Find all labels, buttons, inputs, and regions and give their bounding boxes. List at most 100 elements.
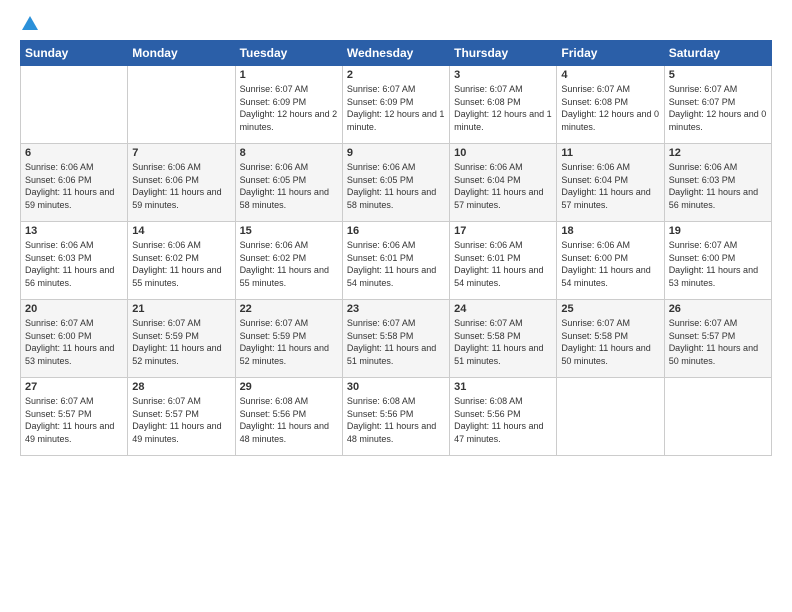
calendar-cell: 21 Sunrise: 6:07 AMSunset: 5:59 PMDayligh… xyxy=(128,300,235,378)
header-area xyxy=(20,18,772,32)
calendar-cell: 30 Sunrise: 6:08 AMSunset: 5:56 PMDayligh… xyxy=(342,378,449,456)
cell-info: Sunrise: 6:06 AMSunset: 6:03 PMDaylight:… xyxy=(25,240,114,288)
calendar-cell: 4 Sunrise: 6:07 AMSunset: 6:08 PMDaylight… xyxy=(557,66,664,144)
calendar-cell: 7 Sunrise: 6:06 AMSunset: 6:06 PMDaylight… xyxy=(128,144,235,222)
cell-info: Sunrise: 6:07 AMSunset: 6:09 PMDaylight:… xyxy=(240,84,338,132)
weekday-header-wednesday: Wednesday xyxy=(342,41,449,66)
calendar-cell: 19 Sunrise: 6:07 AMSunset: 6:00 PMDayligh… xyxy=(664,222,771,300)
calendar-cell: 12 Sunrise: 6:06 AMSunset: 6:03 PMDayligh… xyxy=(664,144,771,222)
calendar-cell: 11Sunrise: 6:06 AMSunset: 6:04 PMDayligh… xyxy=(557,144,664,222)
calendar-cell: 2 Sunrise: 6:07 AMSunset: 6:09 PMDaylight… xyxy=(342,66,449,144)
calendar-cell: 20Sunrise: 6:07 AMSunset: 6:00 PMDayligh… xyxy=(21,300,128,378)
calendar-cell: 16Sunrise: 6:06 AMSunset: 6:01 PMDayligh… xyxy=(342,222,449,300)
day-number: 2 xyxy=(347,69,445,81)
day-number: 7 xyxy=(132,147,230,159)
calendar-cell: 22 Sunrise: 6:07 AMSunset: 5:59 PMDayligh… xyxy=(235,300,342,378)
day-number: 15 xyxy=(240,225,338,237)
cell-info: Sunrise: 6:06 AMSunset: 6:02 PMDaylight:… xyxy=(132,240,221,288)
calendar-cell: 27Sunrise: 6:07 AMSunset: 5:57 PMDayligh… xyxy=(21,378,128,456)
day-number: 3 xyxy=(454,69,552,81)
cell-info: Sunrise: 6:07 AMSunset: 5:58 PMDaylight:… xyxy=(347,318,436,366)
day-number: 19 xyxy=(669,225,767,237)
calendar-cell: 26 Sunrise: 6:07 AMSunset: 5:57 PMDayligh… xyxy=(664,300,771,378)
cell-info: Sunrise: 6:07 AMSunset: 6:08 PMDaylight:… xyxy=(454,84,552,132)
cell-info: Sunrise: 6:07 AMSunset: 5:59 PMDaylight:… xyxy=(132,318,221,366)
cell-info: Sunrise: 6:06 AMSunset: 6:04 PMDaylight:… xyxy=(561,162,650,210)
cell-info: Sunrise: 6:07 AMSunset: 6:08 PMDaylight:… xyxy=(561,84,659,132)
week-row-2: 6 Sunrise: 6:06 AMSunset: 6:06 PMDaylight… xyxy=(21,144,772,222)
weekday-header-thursday: Thursday xyxy=(450,41,557,66)
cell-info: Sunrise: 6:06 AMSunset: 6:03 PMDaylight:… xyxy=(669,162,758,210)
logo xyxy=(20,18,38,32)
cell-info: Sunrise: 6:07 AMSunset: 6:09 PMDaylight:… xyxy=(347,84,445,132)
day-number: 9 xyxy=(347,147,445,159)
calendar-table: SundayMondayTuesdayWednesdayThursdayFrid… xyxy=(20,40,772,456)
day-number: 30 xyxy=(347,381,445,393)
cell-info: Sunrise: 6:07 AMSunset: 5:58 PMDaylight:… xyxy=(454,318,543,366)
day-number: 28 xyxy=(132,381,230,393)
cell-info: Sunrise: 6:06 AMSunset: 6:00 PMDaylight:… xyxy=(561,240,650,288)
weekday-header-tuesday: Tuesday xyxy=(235,41,342,66)
day-number: 29 xyxy=(240,381,338,393)
cell-info: Sunrise: 6:07 AMSunset: 5:57 PMDaylight:… xyxy=(132,396,221,444)
day-number: 23 xyxy=(347,303,445,315)
calendar-cell: 6 Sunrise: 6:06 AMSunset: 6:06 PMDaylight… xyxy=(21,144,128,222)
calendar-cell: 17Sunrise: 6:06 AMSunset: 6:01 PMDayligh… xyxy=(450,222,557,300)
cell-info: Sunrise: 6:08 AMSunset: 5:56 PMDaylight:… xyxy=(454,396,543,444)
day-number: 14 xyxy=(132,225,230,237)
logo-icon xyxy=(22,16,38,30)
day-number: 31 xyxy=(454,381,552,393)
day-number: 22 xyxy=(240,303,338,315)
day-number: 13 xyxy=(25,225,123,237)
calendar-cell xyxy=(128,66,235,144)
calendar-cell: 3 Sunrise: 6:07 AMSunset: 6:08 PMDaylight… xyxy=(450,66,557,144)
day-number: 21 xyxy=(132,303,230,315)
calendar-cell: 15 Sunrise: 6:06 AMSunset: 6:02 PMDayligh… xyxy=(235,222,342,300)
day-number: 24 xyxy=(454,303,552,315)
day-number: 12 xyxy=(669,147,767,159)
calendar-cell: 28 Sunrise: 6:07 AMSunset: 5:57 PMDayligh… xyxy=(128,378,235,456)
calendar-cell xyxy=(21,66,128,144)
cell-info: Sunrise: 6:06 AMSunset: 6:01 PMDaylight:… xyxy=(454,240,543,288)
calendar-cell: 23 Sunrise: 6:07 AMSunset: 5:58 PMDayligh… xyxy=(342,300,449,378)
cell-info: Sunrise: 6:06 AMSunset: 6:02 PMDaylight:… xyxy=(240,240,329,288)
calendar-cell: 14 Sunrise: 6:06 AMSunset: 6:02 PMDayligh… xyxy=(128,222,235,300)
day-number: 27 xyxy=(25,381,123,393)
day-number: 5 xyxy=(669,69,767,81)
weekday-header-row: SundayMondayTuesdayWednesdayThursdayFrid… xyxy=(21,41,772,66)
calendar-cell: 5 Sunrise: 6:07 AMSunset: 6:07 PMDaylight… xyxy=(664,66,771,144)
calendar-cell xyxy=(664,378,771,456)
calendar-cell: 31 Sunrise: 6:08 AMSunset: 5:56 PMDayligh… xyxy=(450,378,557,456)
calendar-cell: 9 Sunrise: 6:06 AMSunset: 6:05 PMDaylight… xyxy=(342,144,449,222)
cell-info: Sunrise: 6:07 AMSunset: 5:57 PMDaylight:… xyxy=(669,318,758,366)
day-number: 25 xyxy=(561,303,659,315)
calendar-cell: 29Sunrise: 6:08 AMSunset: 5:56 PMDayligh… xyxy=(235,378,342,456)
week-row-5: 27 Sunrise: 6:07 AMSunset: 5:57 PMDayligh… xyxy=(21,378,772,456)
weekday-header-friday: Friday xyxy=(557,41,664,66)
cell-info: Sunrise: 6:07 AMSunset: 6:00 PMDaylight:… xyxy=(669,240,758,288)
cell-info: Sunrise: 6:07 AMSunset: 5:59 PMDaylight:… xyxy=(240,318,329,366)
cell-info: Sunrise: 6:06 AMSunset: 6:06 PMDaylight:… xyxy=(25,162,114,210)
cell-info: Sunrise: 6:07 AMSunset: 5:58 PMDaylight:… xyxy=(561,318,650,366)
cell-info: Sunrise: 6:06 AMSunset: 6:06 PMDaylight:… xyxy=(132,162,221,210)
calendar-cell xyxy=(557,378,664,456)
week-row-3: 13 Sunrise: 6:06 AMSunset: 6:03 PMDayligh… xyxy=(21,222,772,300)
calendar-cell: 18Sunrise: 6:06 AMSunset: 6:00 PMDayligh… xyxy=(557,222,664,300)
calendar-cell: 10 Sunrise: 6:06 AMSunset: 6:04 PMDayligh… xyxy=(450,144,557,222)
cell-info: Sunrise: 6:06 AMSunset: 6:05 PMDaylight:… xyxy=(347,162,436,210)
day-number: 10 xyxy=(454,147,552,159)
cell-info: Sunrise: 6:06 AMSunset: 6:01 PMDaylight:… xyxy=(347,240,436,288)
cell-info: Sunrise: 6:08 AMSunset: 5:56 PMDaylight:… xyxy=(347,396,436,444)
page: SundayMondayTuesdayWednesdayThursdayFrid… xyxy=(0,0,792,466)
day-number: 4 xyxy=(561,69,659,81)
calendar-cell: 24 Sunrise: 6:07 AMSunset: 5:58 PMDayligh… xyxy=(450,300,557,378)
weekday-header-saturday: Saturday xyxy=(664,41,771,66)
week-row-4: 20Sunrise: 6:07 AMSunset: 6:00 PMDayligh… xyxy=(21,300,772,378)
cell-info: Sunrise: 6:07 AMSunset: 6:07 PMDaylight:… xyxy=(669,84,767,132)
cell-info: Sunrise: 6:06 AMSunset: 6:05 PMDaylight:… xyxy=(240,162,329,210)
day-number: 26 xyxy=(669,303,767,315)
cell-info: Sunrise: 6:06 AMSunset: 6:04 PMDaylight:… xyxy=(454,162,543,210)
calendar-cell: 13 Sunrise: 6:06 AMSunset: 6:03 PMDayligh… xyxy=(21,222,128,300)
day-number: 20 xyxy=(25,303,123,315)
day-number: 6 xyxy=(25,147,123,159)
